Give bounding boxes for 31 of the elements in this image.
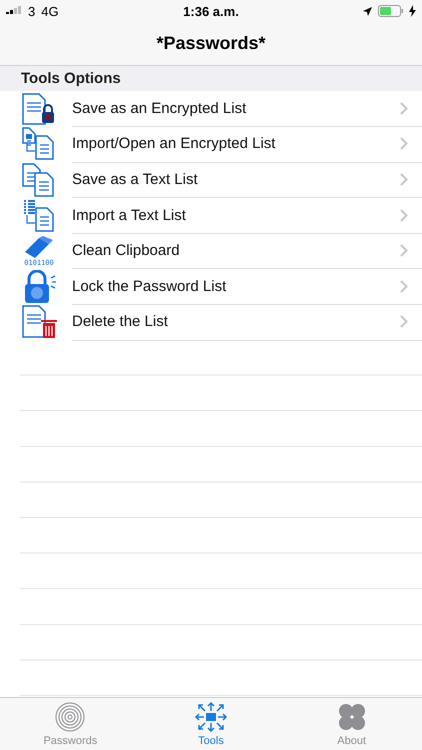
clock-time: 1:36 a.m. [183,4,239,18]
section-header: Tools Options [21,70,121,87]
chevron-icon [400,315,408,328]
carrier-name: 3 [28,4,36,18]
menu-item[interactable]: Lock the Password List [72,278,400,295]
chevron-icon [400,102,408,115]
charging-icon [409,5,416,17]
menu-item[interactable]: Save as a Text List [72,170,400,188]
signal-icon [6,6,22,16]
network-type: 4G [41,4,59,18]
chevron-icon [400,244,408,258]
tab-bar-item[interactable]: Tools [140,698,282,750]
chevron-icon [400,208,408,222]
menu-item[interactable]: Save as an Encrypted List [72,100,400,117]
document-lock-icon [21,92,57,126]
chevron-icon [400,280,408,293]
chevron-icon [400,137,408,150]
menu-item[interactable]: Import/Open an Encrypted List [72,135,400,152]
menu-item[interactable]: Import a Text List [72,206,400,224]
nav-title: *Passwords* [156,33,266,54]
document-trash-icon [21,305,57,340]
menu-item[interactable]: Clean Clipboard [72,242,400,260]
menu-item[interactable]: Delete the List [72,313,400,330]
arrows-out-icon [193,701,229,733]
chevron-icon [400,172,408,186]
document-import-icon [21,127,57,162]
list-import-icon [21,198,57,233]
battery-icon [378,5,404,17]
location-arrow-icon [362,6,373,16]
copy-documents-icon [21,162,57,197]
fingerprint-icon [54,701,86,733]
